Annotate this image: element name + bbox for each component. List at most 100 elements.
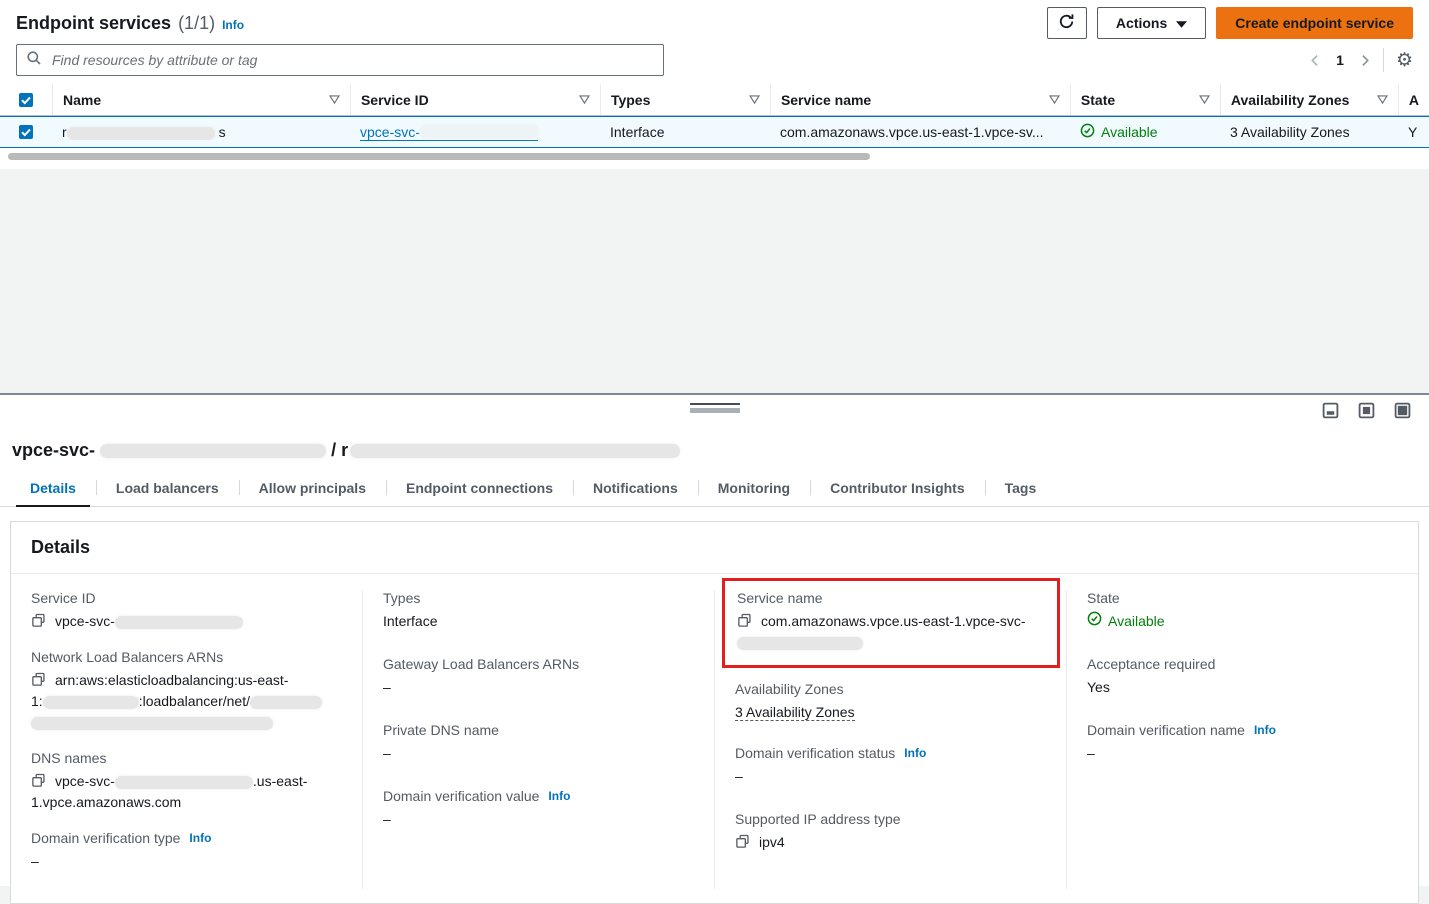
redacted-text bbox=[350, 444, 680, 458]
redacted-text bbox=[115, 776, 253, 789]
actions-button-label: Actions bbox=[1116, 15, 1167, 31]
tab-allow-principals[interactable]: Allow principals bbox=[239, 471, 386, 506]
redacted-text bbox=[115, 616, 243, 629]
sort-icon[interactable] bbox=[579, 95, 590, 104]
refresh-button[interactable] bbox=[1047, 7, 1087, 39]
copy-icon[interactable] bbox=[31, 773, 46, 788]
settings-gear-icon[interactable]: ⚙ bbox=[1396, 51, 1413, 70]
row-az-cell: 3 Availability Zones bbox=[1220, 124, 1398, 140]
availability-zones-link[interactable]: 3 Availability Zones bbox=[1230, 124, 1350, 140]
check-circle-icon bbox=[1080, 123, 1095, 141]
pagination-next-icon[interactable] bbox=[1358, 54, 1371, 67]
field-domain-verification-status: Domain verification status Info – bbox=[735, 745, 1046, 787]
field-acceptance-required: Acceptance required Yes bbox=[1087, 656, 1398, 698]
check-circle-icon bbox=[1087, 611, 1102, 632]
column-header-types[interactable]: Types bbox=[600, 84, 770, 115]
select-all-checkbox[interactable] bbox=[0, 84, 52, 115]
redacted-text bbox=[420, 125, 538, 138]
caret-down-icon bbox=[1176, 15, 1187, 31]
search-box[interactable] bbox=[16, 44, 664, 76]
field-state: State Available bbox=[1087, 590, 1398, 632]
split-panel-drag-handle[interactable] bbox=[690, 403, 740, 413]
toolbar-divider bbox=[1383, 48, 1384, 72]
sort-icon[interactable] bbox=[749, 95, 760, 104]
detail-pane-title: vpce-svc- / r bbox=[0, 430, 1429, 465]
detail-pane: vpce-svc- / r Details Load balancers All… bbox=[0, 430, 1429, 886]
tab-contributor-insights[interactable]: Contributor Insights bbox=[810, 471, 985, 506]
detail-tabs: Details Load balancers Allow principals … bbox=[0, 471, 1429, 507]
tab-tags[interactable]: Tags bbox=[985, 471, 1057, 506]
sort-icon[interactable] bbox=[1199, 95, 1210, 104]
column-header-acceptance[interactable]: A bbox=[1398, 84, 1429, 115]
tab-endpoint-connections[interactable]: Endpoint connections bbox=[386, 471, 573, 506]
details-card: Details Service ID vpce-svc- Network Loa… bbox=[10, 521, 1419, 904]
panel-size-large-icon[interactable] bbox=[1394, 402, 1411, 419]
pagination-current-page[interactable]: 1 bbox=[1334, 52, 1346, 68]
field-availability-zones: Availability Zones 3 Availability Zones bbox=[735, 681, 1046, 723]
row-acceptance-cell: Y bbox=[1398, 124, 1429, 140]
column-header-availability-zones[interactable]: Availability Zones bbox=[1220, 84, 1398, 115]
empty-area bbox=[0, 169, 1429, 393]
column-header-service-name[interactable]: Service name bbox=[770, 84, 1070, 115]
result-count: (1/1) bbox=[178, 13, 215, 34]
refresh-icon bbox=[1058, 13, 1075, 33]
field-domain-verification-type: Domain verification type Info – bbox=[31, 830, 342, 872]
details-card-heading: Details bbox=[11, 522, 1418, 574]
field-service-id: Service ID vpce-svc- bbox=[31, 590, 342, 632]
header-info-link[interactable]: Info bbox=[222, 18, 244, 32]
split-panel-bar bbox=[0, 393, 1429, 430]
state-badge: Available bbox=[1108, 611, 1165, 632]
tab-details[interactable]: Details bbox=[10, 471, 96, 506]
info-link[interactable]: Info bbox=[1254, 723, 1276, 737]
state-badge: Available bbox=[1101, 124, 1158, 140]
tab-load-balancers[interactable]: Load balancers bbox=[96, 471, 239, 506]
field-dns-names: DNS names vpce-svc-.us-east- 1.vpce.amaz… bbox=[31, 750, 342, 813]
tab-monitoring[interactable]: Monitoring bbox=[698, 471, 810, 506]
row-service-id-cell: vpce-svc- bbox=[350, 124, 600, 141]
horizontal-scrollbar[interactable] bbox=[8, 153, 1421, 163]
search-input[interactable] bbox=[50, 51, 654, 69]
table-row[interactable]: r s vpce-svc- Interface com.amazonaws.vp… bbox=[0, 116, 1429, 148]
endpoint-services-page: Endpoint services (1/1) Info Actions bbox=[0, 0, 1429, 886]
info-link[interactable]: Info bbox=[904, 746, 926, 760]
tab-notifications[interactable]: Notifications bbox=[573, 471, 698, 506]
field-domain-verification-value: Domain verification value Info – bbox=[383, 788, 694, 830]
info-link[interactable]: Info bbox=[548, 789, 570, 803]
field-service-name: Service name com.amazonaws.vpce.us-east-… bbox=[737, 590, 1045, 653]
info-link[interactable]: Info bbox=[189, 831, 211, 845]
row-state-cell: Available bbox=[1070, 123, 1220, 141]
scrollbar-thumb[interactable] bbox=[8, 153, 870, 160]
row-name-cell: r s bbox=[52, 124, 350, 140]
copy-icon[interactable] bbox=[735, 834, 750, 849]
redacted-text bbox=[737, 637, 863, 650]
column-header-name[interactable]: Name bbox=[52, 84, 350, 115]
panel-size-small-icon[interactable] bbox=[1322, 402, 1339, 419]
copy-icon[interactable] bbox=[31, 613, 46, 628]
column-header-state[interactable]: State bbox=[1070, 84, 1220, 115]
service-id-link[interactable]: vpce-svc- bbox=[360, 124, 538, 141]
panel-size-medium-icon[interactable] bbox=[1358, 402, 1375, 419]
sort-icon[interactable] bbox=[1377, 95, 1388, 104]
field-domain-verification-name: Domain verification name Info – bbox=[1087, 722, 1398, 764]
table-toolbar: 1 ⚙ bbox=[0, 40, 1429, 84]
sort-icon[interactable] bbox=[329, 95, 340, 104]
page-header: Endpoint services (1/1) Info Actions bbox=[0, 0, 1429, 40]
pagination-prev-icon[interactable] bbox=[1309, 54, 1322, 67]
redacted-text bbox=[31, 717, 273, 730]
search-icon bbox=[26, 50, 42, 71]
column-header-service-id[interactable]: Service ID bbox=[350, 84, 600, 115]
availability-zones-link[interactable]: 3 Availability Zones bbox=[735, 704, 855, 721]
field-types: Types Interface bbox=[383, 590, 694, 632]
field-supported-ip-type: Supported IP address type ipv4 bbox=[735, 811, 1046, 853]
create-endpoint-service-button[interactable]: Create endpoint service bbox=[1216, 7, 1413, 39]
copy-icon[interactable] bbox=[737, 613, 752, 628]
field-glb-arns: Gateway Load Balancers ARNs – bbox=[383, 656, 694, 698]
actions-button[interactable]: Actions bbox=[1097, 7, 1206, 39]
copy-icon[interactable] bbox=[31, 672, 46, 687]
details-column-1: Service ID vpce-svc- Network Load Balanc… bbox=[11, 590, 362, 889]
row-checkbox[interactable] bbox=[0, 125, 52, 139]
row-service-name-cell: com.amazonaws.vpce.us-east-1.vpce-sv... bbox=[770, 124, 1070, 140]
sort-icon[interactable] bbox=[1049, 95, 1060, 104]
field-private-dns-name: Private DNS name – bbox=[383, 722, 694, 764]
row-types-cell: Interface bbox=[600, 124, 770, 140]
